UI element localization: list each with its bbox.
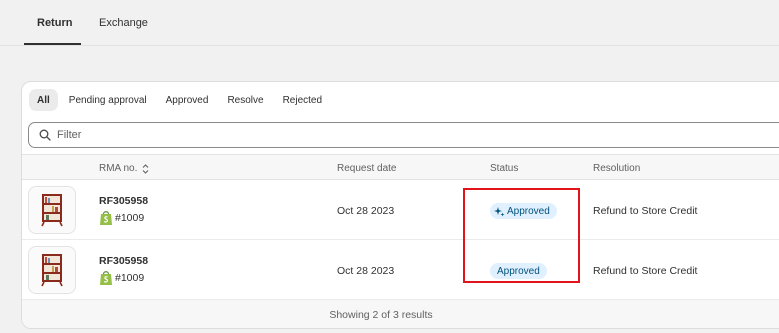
rma-number[interactable]: RF305958 [99, 195, 148, 207]
tab-exchange[interactable]: Exchange [99, 17, 148, 29]
status-filter-tabs: All Pending approval Approved Resolve Re… [29, 89, 333, 111]
filter-tab-resolve[interactable]: Resolve [219, 89, 271, 111]
status-badge-label: Approved [497, 265, 540, 277]
status-badge-label: Approved [507, 205, 550, 217]
filter-input[interactable] [57, 129, 657, 141]
pagination-footer: Showing 2 of 3 results [22, 300, 779, 328]
request-date: Oct 28 2023 [337, 205, 395, 217]
filter-tab-pending-approval[interactable]: Pending approval [61, 89, 155, 111]
sort-icon[interactable] [142, 163, 149, 174]
rma-number[interactable]: RF305958 [99, 255, 148, 267]
status-badge: Approved [490, 203, 557, 219]
bookshelf-image [41, 194, 63, 227]
shopify-bag-icon [100, 271, 112, 285]
search-icon [39, 129, 51, 141]
filter-field[interactable] [28, 122, 779, 148]
product-thumbnail [28, 246, 76, 294]
shopify-bag-icon [100, 211, 112, 225]
column-header-status: Status [490, 163, 519, 174]
column-header-rma[interactable]: RMA no. [99, 163, 149, 174]
column-header-request-date: Request date [337, 163, 397, 174]
tab-return[interactable]: Return [37, 17, 72, 29]
table-header: RMA no. Request date Status Resolution [22, 154, 779, 180]
top-tabs-bar: Return Exchange [0, 0, 779, 46]
table-row[interactable]: RF305958 #1009 Oct 28 2023 Approved Refu… [22, 240, 779, 300]
bookshelf-image [41, 254, 63, 287]
order-number: #1009 [115, 212, 145, 224]
table-row[interactable]: RF305958 #1009 Oct 28 2023 Approved Refu… [22, 180, 779, 240]
column-header-resolution: Resolution [593, 163, 641, 174]
column-header-rma-label: RMA no. [99, 163, 138, 174]
request-date: Oct 28 2023 [337, 265, 395, 277]
returns-card: All Pending approval Approved Resolve Re… [21, 81, 779, 329]
sparkle-icon [494, 206, 505, 216]
active-tab-indicator [24, 43, 81, 45]
resolution: Refund to Store Credit [593, 265, 698, 277]
results-count: Showing 2 of 3 results [329, 309, 433, 321]
status-badge: Approved [490, 263, 547, 279]
order-number: #1009 [115, 272, 145, 284]
filter-tab-approved[interactable]: Approved [158, 89, 217, 111]
filter-tab-rejected[interactable]: Rejected [275, 89, 330, 111]
resolution: Refund to Store Credit [593, 205, 698, 217]
product-thumbnail [28, 186, 76, 234]
filter-tab-all[interactable]: All [29, 89, 58, 111]
order-link[interactable]: #1009 [99, 270, 144, 286]
order-link[interactable]: #1009 [99, 210, 144, 226]
